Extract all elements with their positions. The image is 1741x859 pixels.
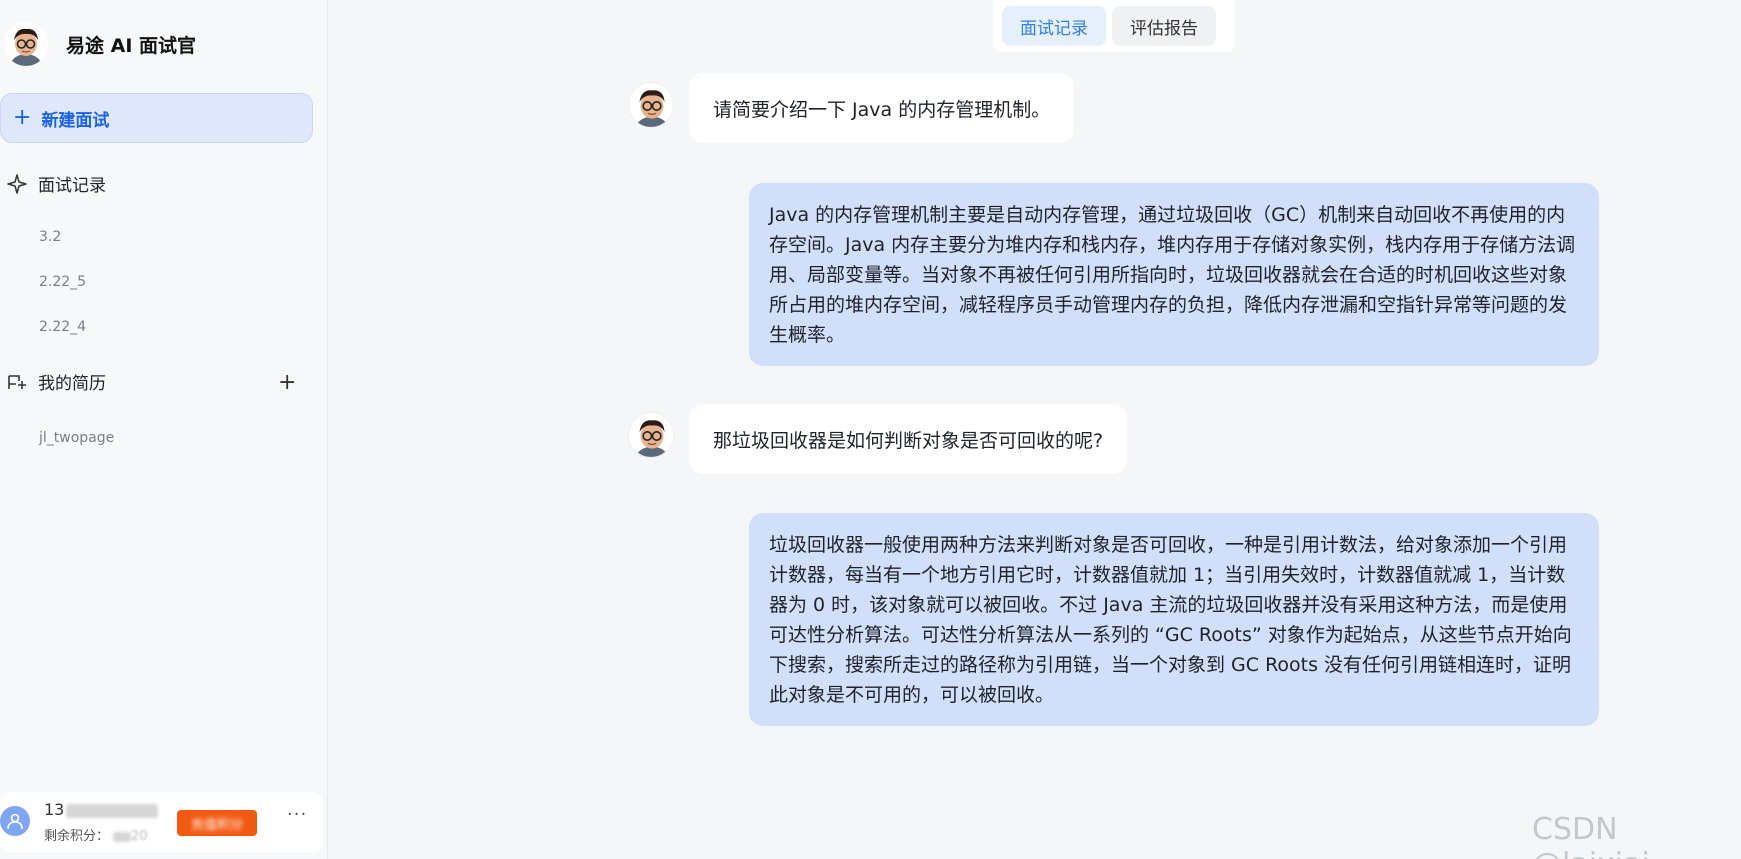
records-section[interactable]: 面试记录 (6, 171, 106, 196)
tab-interview-records[interactable]: 面试记录 (1002, 6, 1106, 46)
resume-icon (6, 371, 28, 393)
resume-section[interactable]: 我的简历 (6, 369, 106, 394)
user-card: 13 剩余积分： 20 充值积分 ··· (0, 792, 323, 852)
sparkle-icon (6, 173, 28, 195)
new-interview-label: 新建面试 (41, 110, 110, 131)
bot-avatar (628, 82, 674, 128)
more-options-icon[interactable]: ··· (287, 804, 307, 825)
record-item[interactable]: 2.22_5 (39, 274, 86, 290)
bot-avatar (628, 412, 674, 458)
brand: 易途 AI 面试官 (4, 22, 196, 66)
records-label: 面试记录 (38, 176, 106, 196)
bot-message: 请简要介绍一下 Java 的内存管理机制。 (689, 73, 1075, 143)
tab-evaluation-report[interactable]: 评估报告 (1112, 6, 1216, 46)
resume-item[interactable]: jl_twopage (39, 430, 114, 446)
add-resume-button[interactable]: + (278, 370, 296, 395)
user-phone: 13 (44, 800, 159, 819)
app-title: 易途 AI 面试官 (66, 34, 197, 57)
sidebar: 易途 AI 面试官 + 新建面试 面试记录 3.2 2.22_5 2.22_4 … (0, 0, 328, 859)
recharge-button[interactable]: 充值积分 (177, 810, 257, 836)
view-tabs: 面试记录 评估报告 (993, 0, 1235, 52)
bot-message: 那垃圾回收器是如何判断对象是否可回收的呢? (689, 404, 1128, 474)
resume-label: 我的简历 (38, 374, 106, 394)
new-interview-button[interactable]: + 新建面试 (0, 93, 313, 143)
user-icon[interactable] (0, 806, 30, 836)
user-message: Java 的内存管理机制主要是自动内存管理，通过垃圾回收（GC）机制来自动回收不… (749, 183, 1599, 366)
watermark: CSDN @laixiai (1532, 812, 1650, 859)
plus-icon: + (13, 105, 32, 130)
record-item[interactable]: 3.2 (39, 229, 61, 245)
interviewer-avatar (4, 22, 48, 66)
user-points: 剩余积分： 20 (44, 829, 148, 844)
record-item[interactable]: 2.22_4 (39, 319, 86, 335)
user-message: 垃圾回收器一般使用两种方法来判断对象是否可回收，一种是引用计数法，给对象添加一个… (749, 513, 1599, 726)
